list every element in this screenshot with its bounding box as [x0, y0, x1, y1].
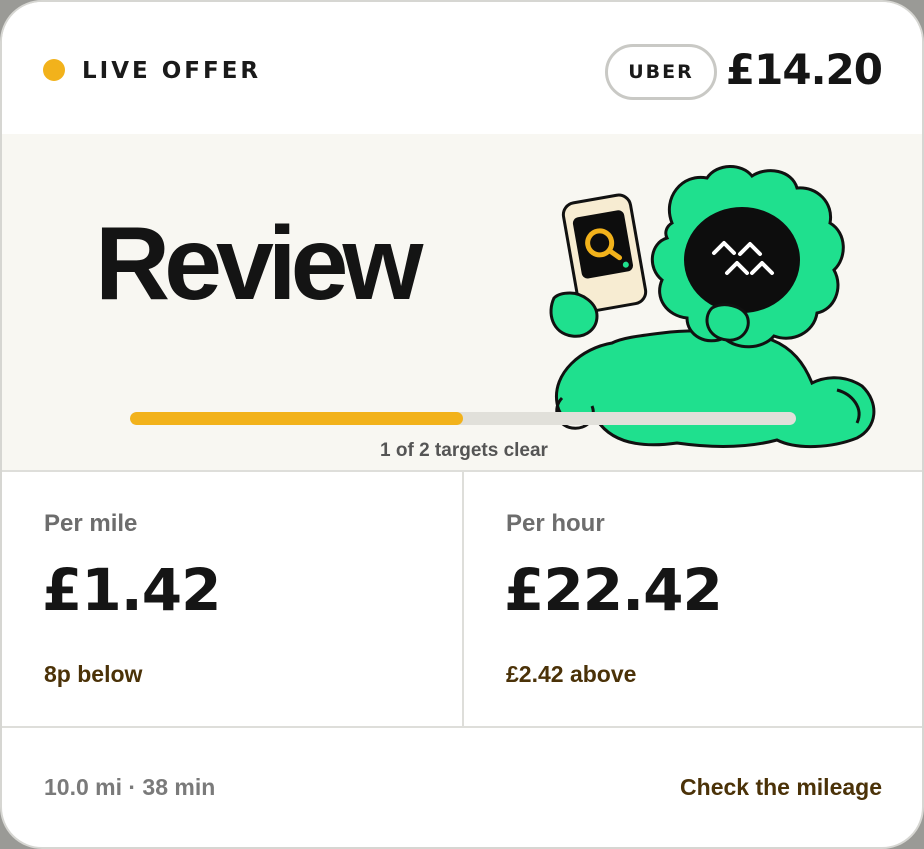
targets-progress-bar	[130, 412, 796, 425]
targets-progress-fill	[130, 412, 463, 425]
verdict-panel: Review 1 of 2 targets clear	[2, 134, 922, 470]
trip-footer: 10.0 mi · 38 min Check the mileage	[2, 728, 922, 847]
per-mile-delta: 8p below	[44, 661, 143, 687]
per-hour-metric: Per hour £22.42 £2.42 above	[464, 472, 922, 728]
per-hour-delta: £2.42 above	[506, 661, 637, 687]
per-mile-metric: Per mile £1.42 8p below	[2, 472, 464, 728]
live-status-dot-icon	[43, 59, 65, 81]
trip-summary: 10.0 mi · 38 min	[44, 774, 216, 800]
per-mile-label: Per mile	[44, 510, 138, 537]
rate-metrics: Per mile £1.42 8p below Per hour £22.42 …	[2, 470, 922, 728]
targets-progress-label: 1 of 2 targets clear	[380, 440, 548, 461]
per-hour-value: £22.42	[504, 556, 723, 624]
verdict-title: Review	[95, 206, 423, 322]
provider-badge: UBER	[605, 44, 717, 100]
live-status-label: LIVE OFFER	[82, 58, 262, 84]
check-mileage-link[interactable]: Check the mileage	[680, 774, 882, 801]
per-hour-label: Per hour	[506, 510, 605, 537]
fare-amount: £14.20	[725, 45, 883, 94]
offer-card: LIVE OFFER UBER £14.20 Review 1 of 2 tar…	[0, 0, 924, 849]
per-mile-value: £1.42	[42, 556, 221, 624]
offer-header: LIVE OFFER UBER £14.20	[2, 2, 922, 134]
